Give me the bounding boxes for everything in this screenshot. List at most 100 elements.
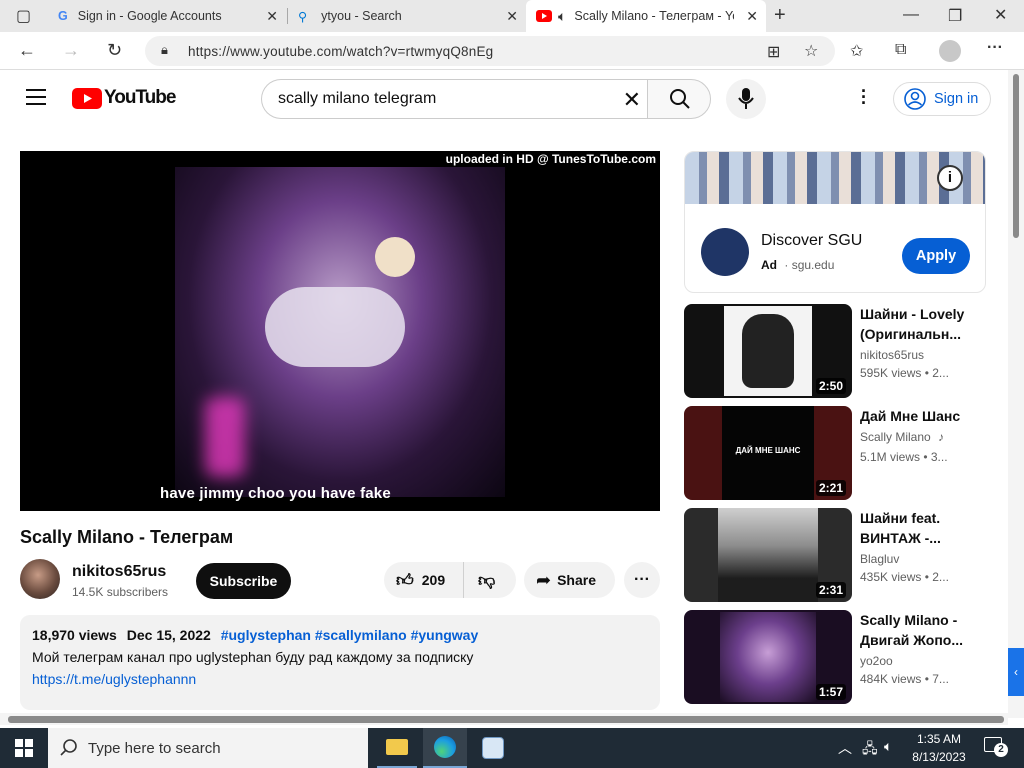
browser-tab-bar: ▢ G Sign in - Google Accounts ✕ ⚲ ytyou … [0,0,1024,32]
view-count: 18,970 views [32,627,117,643]
close-tab-icon[interactable]: ✕ [746,8,758,25]
recommendation-channel: Scally Milano [860,430,931,444]
dislike-button[interactable]: 👎︎ [478,570,495,591]
scrollbar-thumb[interactable] [8,716,1004,723]
profile-avatar[interactable] [939,40,961,62]
restore-icon[interactable]: ❐ [948,6,962,26]
notification-count: 2 [994,743,1008,757]
like-button[interactable]: 👍︎ 209 [384,562,464,598]
app-icon[interactable] [471,728,515,768]
forward-icon[interactable]: → [62,40,80,61]
search-icon: ⚲ [298,9,308,24]
search-value: scally milano telegram [278,90,437,107]
video-title: Scally Milano - Телеграм [20,527,234,547]
search-input[interactable]: scally milano telegram ✕ [261,79,647,119]
sidebar-expand-icon[interactable]: ‹ [1008,648,1024,696]
close-tab-icon[interactable]: ✕ [506,8,518,25]
recommendation-channel: Blagluv [860,552,900,566]
ad-logo [701,228,749,276]
channel-name[interactable]: nikitos65rus [72,563,166,581]
network-icon[interactable]: 🖧︎ [862,738,878,762]
recommendation-channel: nikitos65rus [860,348,925,362]
audio-playing-icon[interactable]: 🔈︎ [558,8,566,25]
menu-icon[interactable] [26,89,46,105]
like-dislike-group: 👍︎ 209 👎︎ [384,562,516,598]
address-bar[interactable]: 🔒︎ https://www.youtube.com/watch?v=rtwmy… [145,36,835,66]
share-button[interactable]: ➦ Share [524,562,615,598]
new-tab-icon[interactable]: + [774,4,786,27]
settings-more-icon[interactable]: ··· [987,39,1003,57]
voice-search-button[interactable] [726,79,766,119]
taskbar-clock[interactable]: 1:35 AM 8/13/2023 [904,730,974,766]
ad-card[interactable]: i Discover SGU Ad · sgu.edu Apply [684,151,986,293]
share-label: Share [557,572,597,588]
settings-more-icon[interactable]: ··· [861,82,867,112]
back-icon[interactable]: ← [18,40,36,61]
info-icon[interactable]: i [937,165,963,191]
apply-button[interactable]: Apply [902,238,970,274]
add-favorite-icon[interactable]: ☆ [804,41,818,61]
recommendation-item[interactable]: 1:57 Scally Milano - Двигай Жопо... yo2o… [684,610,1004,705]
bullet-separator: · [784,258,789,272]
file-explorer-icon[interactable] [377,728,417,768]
description-text: Мой телеграм канал про uglystephan буду … [32,649,474,665]
taskbar-search-input[interactable]: Type here to search [48,728,368,768]
volume-icon[interactable]: 🔈︎ [884,738,892,755]
ad-badge: Ad [761,258,777,272]
tab-google-accounts[interactable]: G Sign in - Google Accounts ✕ [48,0,286,32]
youtube-logo[interactable]: YouTube [72,87,176,109]
notifications-icon[interactable]: 2 [984,737,1008,757]
horizontal-scrollbar[interactable] [0,713,1008,725]
video-watermark: uploaded in HD @ TunesToTube.com [445,152,656,166]
app-available-icon[interactable]: ⊞ [767,42,780,62]
share-icon: ➦ [536,569,552,590]
favorites-icon[interactable]: ✩ [850,41,863,61]
more-actions-button[interactable]: ··· [624,562,660,598]
more-horizontal-icon: ··· [634,571,650,588]
tab-actions-icon[interactable]: ▢ [16,6,31,26]
windows-start-icon[interactable] [15,739,33,757]
tab-youtube-active[interactable]: 🔈︎ Scally Milano - Телеграм - YouTube ✕ [526,0,766,32]
vertical-scrollbar[interactable] [1008,70,1024,718]
show-hidden-icons-icon[interactable]: ︿ [838,738,852,758]
minimize-icon[interactable]: — [903,6,919,24]
upload-date: Dec 15, 2022 [126,627,211,643]
microphone-icon [738,88,754,109]
subscribe-button[interactable]: Subscribe [196,563,291,599]
video-frame-image [175,167,505,497]
apply-label: Apply [915,248,957,264]
video-thumbnail: 2:31 [684,508,852,602]
recommendation-item[interactable]: ДАЙ МНЕ ШАНС 2:21 Дай Мне Шанс Scally Mi… [684,406,1004,501]
clock-time: 1:35 AM [916,732,962,746]
channel-avatar[interactable] [20,559,60,599]
youtube-favicon-icon [536,10,552,22]
tab-search[interactable]: ⚲ ytyou - Search ✕ [288,0,526,32]
search-icon [670,89,690,109]
search-button[interactable] [647,79,711,119]
sign-in-button[interactable]: Sign in [893,82,991,116]
youtube-play-icon [72,87,102,109]
collections-icon[interactable]: ⧉ [895,41,906,59]
recommendation-title: Шайни - Lovely (Оригинальн... [860,306,965,342]
video-caption: have jimmy choo you have fake [160,485,391,502]
description-box[interactable]: 18,970 views Dec 15, 2022 #uglystephan #… [20,615,660,710]
recommendation-item[interactable]: 2:31 Шайни feat. ВИНТАЖ -... Blagluv 435… [684,508,1004,603]
edge-browser-icon[interactable] [423,728,467,768]
hashtags[interactable]: #uglystephan #scallymilano #yungway [221,627,479,643]
taskbar-search-placeholder: Type here to search [88,739,221,757]
recommendation-meta: 484K views • 7... [860,672,949,686]
clear-search-icon[interactable]: ✕ [623,87,641,113]
clock-date: 8/13/2023 [912,750,966,764]
account-icon [904,88,926,110]
scrollbar-thumb[interactable] [1013,74,1019,238]
google-icon: G [58,9,68,23]
refresh-icon[interactable]: ↻ [107,40,122,61]
close-window-icon[interactable]: ✕ [994,5,1007,25]
video-duration: 1:57 [815,684,846,700]
telegram-link[interactable]: https://t.me/uglystephannn [32,671,196,687]
recommendation-meta: 595K views • 2... [860,366,949,380]
video-player[interactable]: uploaded in HD @ TunesToTube.com have ji… [20,151,660,511]
close-tab-icon[interactable]: ✕ [266,8,278,25]
recommendation-item[interactable]: 2:50 Шайни - Lovely (Оригинальн... nikit… [684,304,1004,399]
tab-title: Sign in - Google Accounts [77,9,222,23]
